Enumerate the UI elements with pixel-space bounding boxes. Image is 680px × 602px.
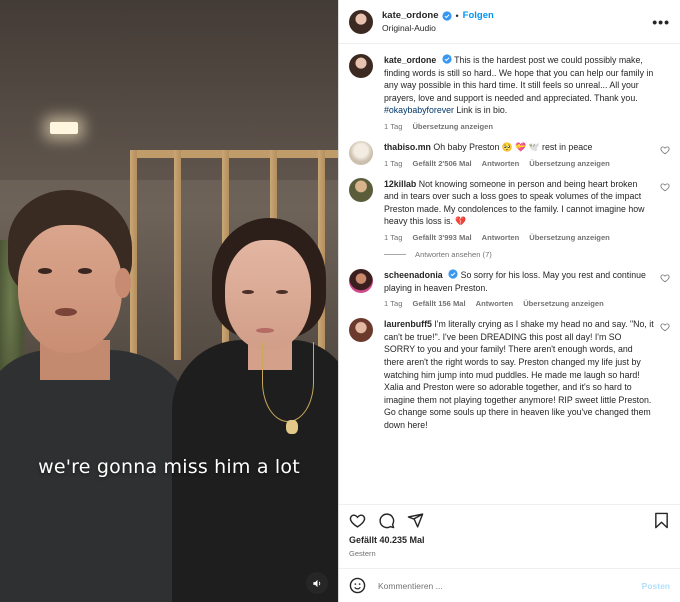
avatar[interactable]: [349, 54, 373, 78]
comments-list[interactable]: kate_ordone This is the hardest post we …: [339, 44, 680, 504]
comment-time: 1 Tag: [384, 232, 403, 242]
likes-count[interactable]: Gefällt 40.235 Mal: [349, 535, 670, 545]
comment-text: I'm literally crying as I shake my head …: [384, 319, 654, 430]
person-right-mouth: [256, 328, 274, 333]
action-bar: Gefällt 40.235 Mal Gestern: [339, 504, 680, 568]
comment-likes[interactable]: Gefällt 156 Mal: [412, 299, 465, 308]
person-left-face: [18, 225, 122, 353]
avatar[interactable]: [349, 318, 373, 343]
comment-likes[interactable]: Gefällt 3'993 Mal: [412, 233, 471, 242]
post-header: kate_ordone • Folgen Original-Audio •••: [339, 0, 680, 44]
heart-icon[interactable]: [660, 273, 670, 283]
comment-username[interactable]: scheenadonia: [384, 270, 443, 280]
heart-icon[interactable]: [660, 145, 670, 155]
comment-username[interactable]: 12killab: [384, 179, 416, 189]
audio-link[interactable]: Original-Audio: [382, 23, 494, 33]
verified-icon: [448, 269, 458, 279]
bookmark-icon[interactable]: [653, 512, 670, 529]
separator: •: [455, 10, 459, 21]
reply-button[interactable]: Antworten: [476, 299, 514, 308]
ceiling-light: [50, 122, 78, 134]
share-icon[interactable]: [407, 512, 424, 529]
view-replies-button[interactable]: Antworten ansehen (7): [384, 250, 670, 259]
replies-divider: [384, 253, 406, 255]
person-right-eye: [276, 290, 288, 294]
avatar[interactable]: [349, 177, 373, 202]
necklace-pendant: [286, 420, 298, 434]
comment-time: 1 Tag: [384, 158, 403, 168]
comment-time: 1 Tag: [384, 299, 403, 309]
speaker-icon: [312, 579, 320, 587]
header-username[interactable]: kate_ordone: [382, 10, 439, 21]
heart-icon[interactable]: [660, 322, 670, 332]
comment-text: Oh baby Preston 🥺 💝 🕊️ rest in peace: [433, 141, 593, 152]
necklace: [262, 342, 314, 422]
person-left-ear: [115, 268, 131, 298]
avatar[interactable]: [349, 268, 373, 293]
person-right-eye: [242, 290, 254, 294]
caption-username[interactable]: kate_ordone: [384, 55, 436, 65]
like-heart-icon[interactable]: [349, 512, 366, 529]
mute-button[interactable]: [306, 572, 328, 594]
post-time: 1 Tag: [384, 121, 403, 131]
view-replies-label: Antworten ansehen (7): [415, 249, 492, 259]
comment-item: scheenadonia So sorry for his loss. May …: [349, 268, 670, 309]
more-options-icon[interactable]: •••: [652, 14, 670, 30]
comment-likes[interactable]: Gefällt 2'506 Mal: [412, 159, 471, 168]
translate-button[interactable]: Übersetzung anzeigen: [529, 159, 610, 168]
video-player[interactable]: we're gonna miss him a lot: [0, 0, 338, 602]
reel-viewer: we're gonna miss him a lot kate_ordone •…: [0, 0, 680, 602]
post-panel: kate_ordone • Folgen Original-Audio ••• …: [338, 0, 680, 602]
comment-input[interactable]: Kommentieren ...: [378, 581, 642, 591]
caption-text-end: Link is in bio.: [453, 105, 508, 116]
post-comment-button[interactable]: Posten: [642, 581, 670, 591]
reply-button[interactable]: Antworten: [482, 159, 520, 168]
verified-icon: [442, 54, 452, 64]
avatar[interactable]: [349, 9, 373, 34]
comment-username[interactable]: thabiso.mn: [384, 142, 431, 152]
video-caption: we're gonna miss him a lot: [38, 456, 300, 478]
translate-button[interactable]: Übersetzung anzeigen: [523, 299, 604, 308]
person-right-face: [225, 240, 311, 350]
comment-item: 12killab Not knowing someone in person a…: [349, 177, 670, 242]
translate-button[interactable]: Übersetzung anzeigen: [412, 122, 493, 131]
follow-button[interactable]: Folgen: [463, 10, 494, 21]
person-left-eye: [78, 268, 92, 274]
reply-button[interactable]: Antworten: [482, 233, 520, 242]
comment-username[interactable]: laurenbuff5: [384, 319, 432, 329]
post-caption: kate_ordone This is the hardest post we …: [349, 54, 670, 131]
comment-text: Not knowing someone in person and being …: [384, 178, 645, 227]
comment-item: laurenbuff5 I'm literally crying as I sh…: [349, 318, 670, 431]
emoji-icon[interactable]: [349, 577, 366, 594]
comment-item: thabiso.mn Oh baby Preston 🥺 💝 🕊️ rest i…: [349, 140, 670, 168]
hashtag-link[interactable]: #okaybabyforever: [384, 105, 454, 115]
post-date: Gestern: [349, 549, 376, 558]
comment-icon[interactable]: [378, 512, 395, 529]
person-left-mouth: [55, 308, 77, 316]
translate-button[interactable]: Übersetzung anzeigen: [529, 233, 610, 242]
comment-composer: Kommentieren ... Posten: [339, 568, 680, 602]
verified-icon: [441, 10, 452, 21]
avatar[interactable]: [349, 140, 373, 165]
heart-icon[interactable]: [660, 182, 670, 192]
person-left-eye: [38, 268, 52, 274]
